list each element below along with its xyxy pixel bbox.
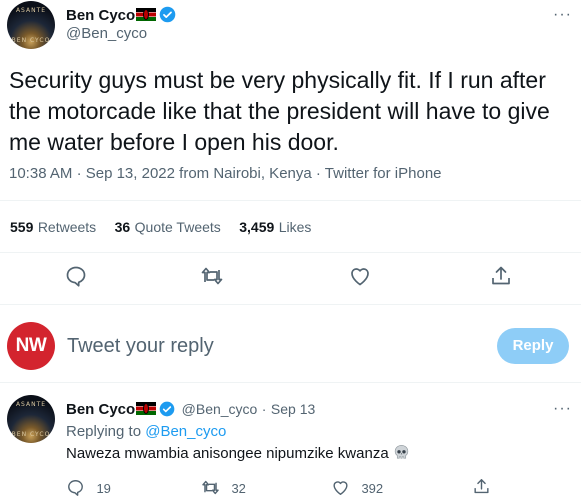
- retweets-label: Retweets: [37, 219, 97, 235]
- reply-reply-action[interactable]: 19: [66, 478, 111, 498]
- reply-more-icon[interactable]: ···: [553, 400, 572, 418]
- reply-retweet-action[interactable]: 32: [201, 478, 246, 498]
- reply-text: Naweza mwambia anisongee nipumzike kwanz…: [66, 445, 389, 462]
- divider: [0, 382, 581, 383]
- likes-label: Likes: [278, 219, 312, 235]
- tweet-time[interactable]: 10:38 AM: [9, 165, 72, 182]
- kenya-flag-icon: [136, 402, 157, 415]
- replying-to: Replying to @Ben_cyco: [66, 423, 226, 440]
- author-name-row[interactable]: Ben Cyco: [66, 6, 176, 25]
- tweet-text: Security guys must be very physically fi…: [9, 67, 550, 155]
- like-count: 392: [361, 481, 384, 496]
- reply-separator: ·: [261, 401, 267, 417]
- reply-share-icon[interactable]: [472, 477, 491, 496]
- kenya-flag-icon: [136, 8, 157, 21]
- reply-count: 19: [96, 481, 111, 496]
- replying-to-label: Replying to: [66, 423, 142, 440]
- likes-count: 3,459: [239, 219, 275, 235]
- likes-stat[interactable]: 3,459 Likes: [239, 219, 311, 236]
- reply-icon: [68, 480, 83, 496]
- verified-icon: [159, 401, 175, 417]
- reply-text-row: Naweza mwambia anisongee nipumzike kwanz…: [66, 444, 410, 462]
- user-avatar-logo[interactable]: NW: [7, 322, 55, 370]
- share-icon[interactable]: [489, 264, 513, 288]
- tweet-date[interactable]: Sep 13, 2022: [86, 165, 175, 182]
- reply-date[interactable]: Sep 13: [271, 401, 315, 417]
- author-name[interactable]: Ben Cyco: [66, 7, 135, 24]
- divider: [0, 304, 581, 305]
- reply-input[interactable]: Tweet your reply: [67, 335, 467, 358]
- stats-row: 559 Retweets 36 Quote Tweets 3,459 Likes: [10, 219, 311, 237]
- tweet-source[interactable]: Twitter for iPhone: [325, 165, 442, 182]
- retweet-count: 32: [231, 481, 246, 496]
- retweet-icon: [202, 480, 219, 495]
- author-handle[interactable]: @Ben_cyco: [66, 25, 147, 42]
- like-icon[interactable]: [348, 264, 372, 288]
- like-icon: [333, 481, 348, 495]
- meta-separator-2: ·: [315, 165, 321, 182]
- retweets-count: 559: [10, 219, 34, 235]
- quote-count: 36: [114, 219, 131, 235]
- divider: [0, 252, 581, 253]
- reply-button[interactable]: Reply: [497, 328, 569, 364]
- replying-to-handle[interactable]: @Ben_cyco: [145, 423, 226, 440]
- tweet-meta: 10:38 AM · Sep 13, 2022 from Nairobi, Ke…: [9, 165, 442, 182]
- retweet-icon[interactable]: [200, 264, 224, 288]
- skull-emoji-icon: [394, 445, 409, 459]
- meta-separator: ·: [76, 165, 82, 182]
- author-avatar[interactable]: ASANTE BEN CYCO: [7, 1, 55, 49]
- retweets-stat[interactable]: 559 Retweets: [10, 219, 96, 236]
- divider: [0, 200, 581, 201]
- tweet-location[interactable]: Nairobi, Kenya: [213, 165, 311, 182]
- quotes-stat[interactable]: 36 Quote Tweets: [115, 219, 221, 236]
- more-icon[interactable]: ···: [553, 6, 572, 24]
- reply-author-handle[interactable]: @Ben_cyco: [182, 401, 258, 417]
- reply-header: Ben Cyco @Ben_cyco · Sep 13: [66, 401, 315, 419]
- quote-label: Quote Tweets: [134, 219, 221, 235]
- reply-author-avatar[interactable]: ASANTE BEN CYCO: [7, 395, 55, 443]
- location-prefix: from: [179, 165, 210, 182]
- reply-author-name[interactable]: Ben Cyco: [66, 401, 135, 418]
- reply-like-action[interactable]: 392: [331, 478, 383, 498]
- reply-icon[interactable]: [64, 264, 88, 288]
- verified-icon: [159, 6, 176, 23]
